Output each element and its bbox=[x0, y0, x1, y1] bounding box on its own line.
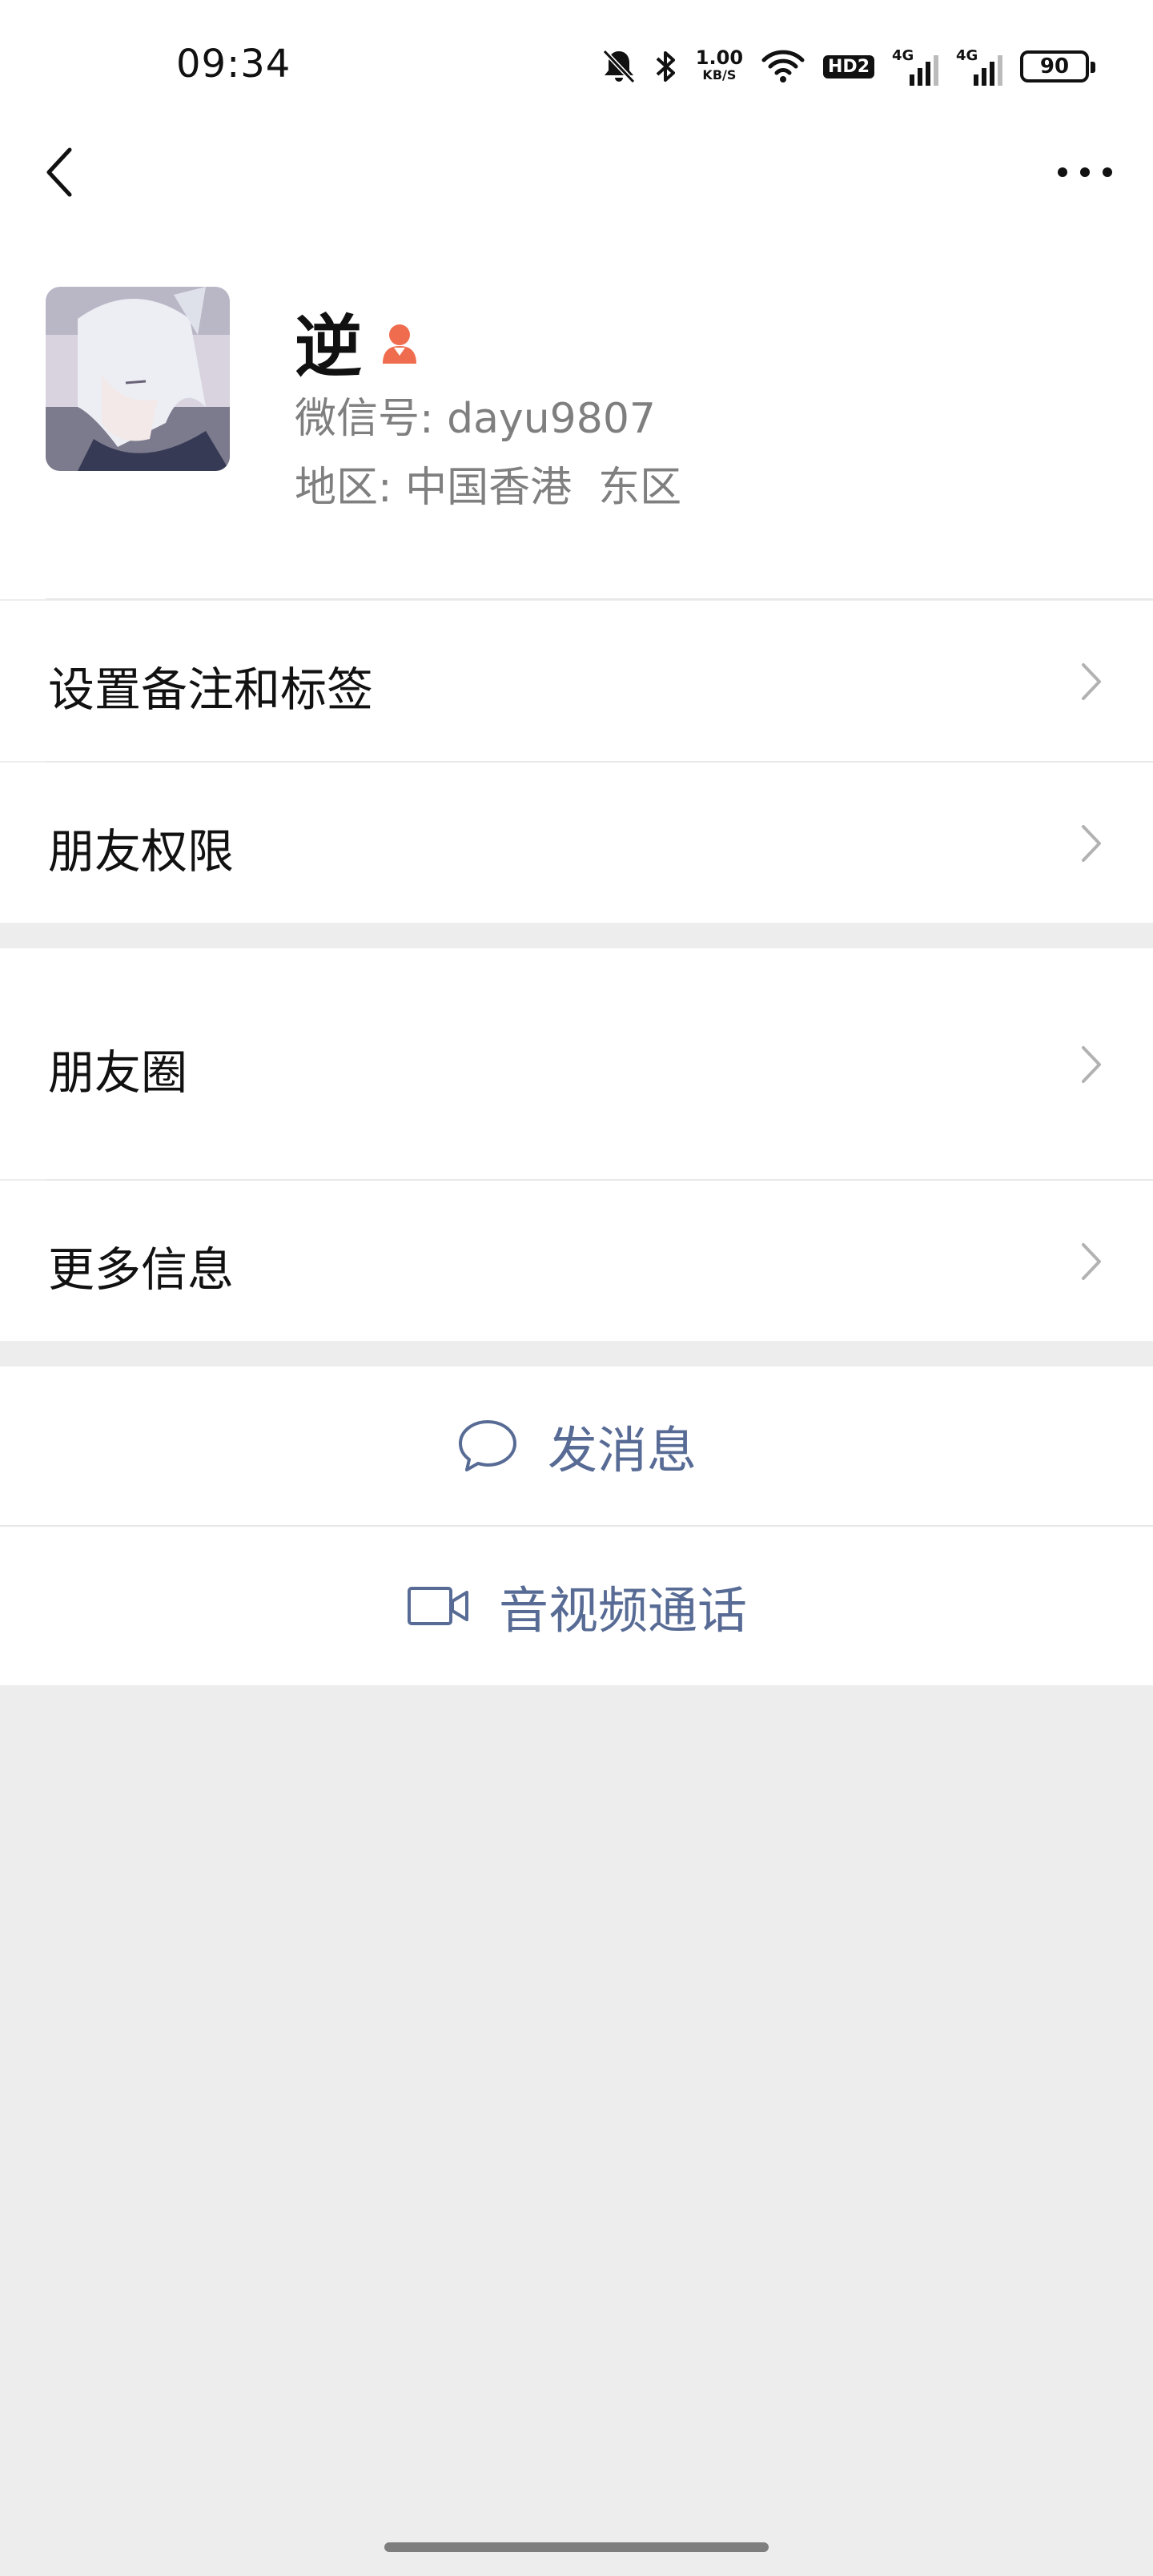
battery-icon: 90 bbox=[1020, 50, 1095, 83]
status-time: 09:34 bbox=[176, 42, 291, 87]
chevron-right-icon bbox=[1082, 825, 1101, 862]
chat-bubble-icon bbox=[458, 1420, 516, 1471]
cell-label: 更多信息 bbox=[48, 1242, 235, 1297]
wechat-id-row: 微信号: dayu9807 bbox=[295, 384, 656, 445]
name-row: 逆 bbox=[295, 293, 421, 390]
wifi-icon bbox=[761, 49, 805, 84]
chevron-left-icon bbox=[46, 147, 72, 197]
bell-muted-icon bbox=[601, 48, 637, 85]
wechat-id-label: 微信号: bbox=[295, 395, 434, 443]
cell-moments[interactable]: 朋友圈 bbox=[0, 948, 1153, 1179]
wechat-id-value: dayu9807 bbox=[447, 395, 657, 443]
bluetooth-icon bbox=[654, 48, 678, 85]
cell-more-info[interactable]: 更多信息 bbox=[0, 1181, 1153, 1341]
battery-level: 90 bbox=[1039, 54, 1070, 78]
signal-icon: 4G bbox=[892, 47, 938, 86]
cell-remark-tags[interactable]: 设置备注和标签 bbox=[0, 601, 1153, 761]
signal-icon: 4G bbox=[956, 47, 1002, 86]
video-call-button[interactable]: 音视频通话 bbox=[0, 1527, 1153, 1685]
region-row: 地区: 中国香港 东区 bbox=[295, 453, 681, 513]
cell-label: 朋友权限 bbox=[48, 824, 235, 879]
video-call-label: 音视频通话 bbox=[498, 1581, 747, 1640]
hd-icon: HD2 bbox=[823, 54, 874, 78]
nav-bar bbox=[0, 120, 1153, 224]
cell-label: 设置备注和标签 bbox=[48, 662, 374, 717]
female-icon bbox=[383, 324, 417, 364]
chevron-right-icon bbox=[1082, 663, 1101, 700]
send-message-label: 发消息 bbox=[547, 1421, 697, 1479]
send-message-button[interactable]: 发消息 bbox=[0, 1366, 1153, 1525]
region-value: 中国香港 东区 bbox=[405, 464, 682, 512]
net-speed-value: 1.00 bbox=[695, 46, 744, 69]
chevron-right-icon bbox=[1082, 1046, 1101, 1083]
status-icons: 1.00 KB/S HD2 4G 4G 90 bbox=[601, 38, 1095, 95]
avatar[interactable] bbox=[46, 287, 230, 471]
chevron-right-icon bbox=[1082, 1243, 1101, 1280]
cell-label: 朋友圈 bbox=[48, 1045, 188, 1100]
net-speed-unit: KB/S bbox=[702, 67, 737, 83]
profile-header: 逆 微信号: dayu9807 地区: 中国香港 东区 bbox=[0, 224, 1153, 600]
region-label: 地区: bbox=[295, 464, 392, 512]
contact-name: 逆 bbox=[295, 308, 363, 386]
back-button[interactable] bbox=[32, 144, 88, 200]
cell-friend-permissions[interactable]: 朋友权限 bbox=[0, 763, 1153, 923]
more-dots-icon bbox=[1058, 167, 1112, 177]
net-speed: 1.00 KB/S bbox=[695, 46, 744, 84]
more-button[interactable] bbox=[1049, 144, 1121, 200]
home-indicator[interactable] bbox=[384, 2542, 769, 2552]
divider bbox=[46, 598, 1153, 600]
status-bar: 09:34 1.00 KB/S HD2 4G 4G 90 bbox=[0, 0, 1153, 120]
video-camera-icon bbox=[407, 1587, 468, 1625]
